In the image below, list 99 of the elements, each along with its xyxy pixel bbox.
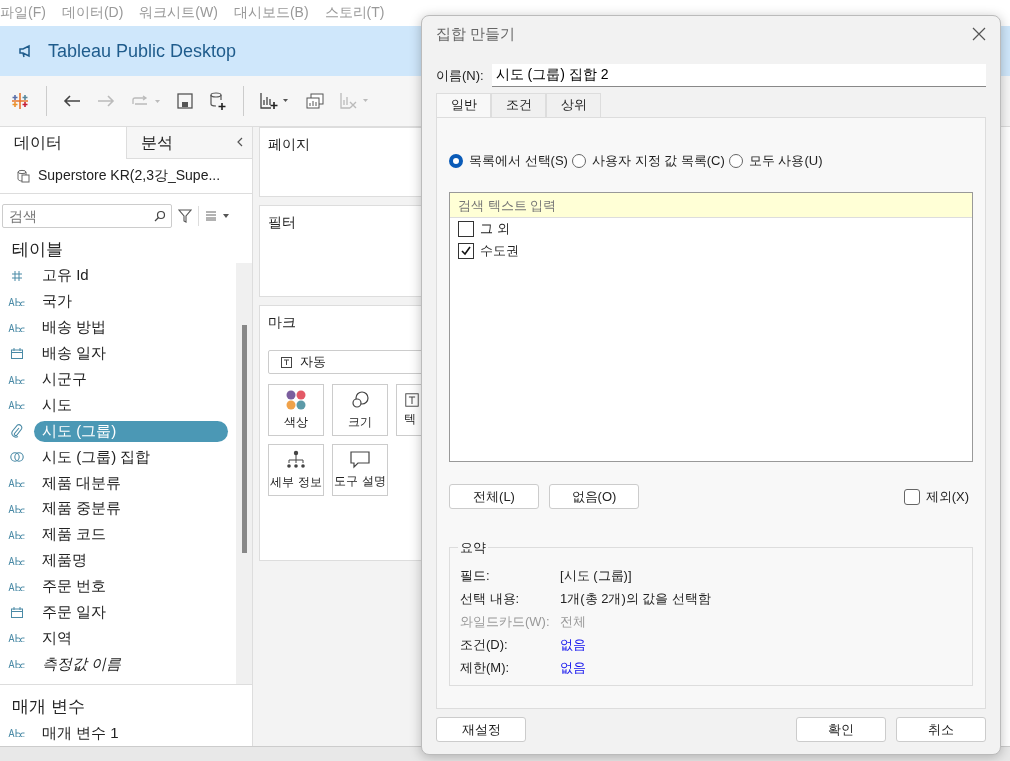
speech-bubble-icon — [350, 450, 370, 469]
close-icon[interactable] — [972, 27, 986, 41]
field-item[interactable]: 고유 Id — [34, 265, 97, 287]
field-item[interactable]: 제품 코드 — [34, 524, 115, 546]
checkbox[interactable] — [458, 243, 474, 259]
string-type-icon — [8, 401, 26, 410]
name-field[interactable]: 시도 (그룹) 집합 2 — [491, 64, 986, 87]
field-item[interactable]: 측정값 이름 — [34, 653, 130, 675]
cancel-button[interactable]: 취소 — [896, 717, 986, 742]
checkbox[interactable] — [903, 488, 920, 505]
datasource-name[interactable]: Superstore KR(2,3강_Supe... — [38, 167, 221, 185]
new-worksheet-icon[interactable] — [260, 92, 290, 110]
search-icon — [154, 210, 166, 222]
dialog-title: 집합 만들기 — [436, 24, 516, 44]
checkbox-label: 제외(X) — [925, 487, 969, 506]
mark-card[interactable]: 크기 — [332, 384, 388, 436]
summary-label: 선택 내용: — [460, 589, 521, 608]
checkbox[interactable] — [458, 221, 474, 237]
collapse-icon[interactable] — [236, 137, 244, 147]
field-item[interactable]: 배송 방법 — [34, 317, 115, 339]
search-field[interactable]: 검색 — [2, 204, 172, 228]
string-type-icon — [8, 297, 26, 306]
hierarchy-icon — [286, 449, 306, 470]
datasource-icon — [16, 169, 30, 183]
radio-option[interactable]: 목록에서 선택(S) — [449, 152, 568, 170]
radio-button[interactable] — [449, 154, 463, 168]
string-type-icon — [8, 660, 26, 669]
string-type-icon — [8, 556, 26, 565]
field-item[interactable]: 주문 번호 — [34, 576, 115, 598]
logo-icon[interactable] — [10, 91, 30, 111]
summary-label: 제한(M): — [460, 658, 511, 677]
summary-value: [시도 (그룹)] — [560, 566, 632, 585]
mark-card[interactable]: 색상 — [268, 384, 324, 436]
duplicate-sheet-icon[interactable] — [306, 93, 324, 109]
banner-title: Tableau Public Desktop — [48, 40, 237, 62]
mark-card[interactable]: 도구 설명 — [332, 444, 388, 496]
summary-label: 조건(D): — [460, 635, 509, 654]
text-icon — [405, 392, 419, 407]
string-type-icon — [8, 530, 26, 539]
summary-link[interactable]: 없음 — [560, 635, 586, 654]
field-item[interactable]: 시군구 — [34, 369, 95, 390]
reset-button[interactable]: 재설정 — [436, 717, 526, 742]
string-type-icon — [8, 634, 26, 643]
field-item[interactable]: 시도 (그룹) 집합 — [34, 446, 159, 468]
panel-tab[interactable]: 분석 — [125, 127, 252, 159]
circles-icon — [350, 389, 370, 410]
field-item[interactable]: 배송 일자 — [34, 343, 115, 365]
shelf-title: 필터 — [268, 214, 296, 230]
list-item-label: 그 외 — [480, 220, 510, 238]
summary-value: 1개(총 2개)의 값을 선택함 — [560, 589, 711, 608]
add-datasource-icon[interactable] — [209, 91, 227, 111]
radio-option[interactable]: 사용자 지정 값 목록(C) — [571, 152, 725, 170]
field-item[interactable]: 지역 — [34, 627, 80, 649]
string-type-icon — [8, 375, 26, 384]
paperclip-icon — [11, 424, 23, 439]
search-text-field[interactable]: 검색 텍스트 입력 — [450, 193, 972, 218]
mark-card[interactable]: 세부 정보 — [268, 444, 324, 496]
field-item[interactable]: 시도 — [34, 394, 80, 416]
parameter-item[interactable]: 매개 변수 1 — [34, 722, 127, 744]
ok-button[interactable]: 확인 — [796, 717, 886, 742]
field-item[interactable]: 제품명 — [34, 550, 95, 572]
name-label: 이름(N): — [436, 66, 484, 85]
shelf-title: 페이지 — [268, 136, 310, 152]
select-none-button[interactable]: 없음(O) — [549, 484, 639, 509]
dialog-tab[interactable]: 일반 — [436, 93, 491, 119]
radio-button[interactable] — [728, 154, 743, 168]
string-type-icon — [8, 479, 26, 488]
text-mark-icon — [281, 356, 292, 368]
list-item-label: 수도권 — [480, 242, 519, 260]
field-item[interactable]: 제품 중분류 — [34, 498, 130, 520]
summary-label: 와일드카드(W): — [460, 612, 551, 631]
group-title: 요약 — [458, 539, 488, 557]
string-type-icon — [8, 323, 26, 332]
radio-button[interactable] — [571, 154, 586, 168]
dialog-tab[interactable]: 상위 — [546, 93, 601, 117]
select-all-button[interactable]: 전체(L) — [449, 484, 539, 509]
calendar-icon — [11, 348, 23, 360]
view-options-icon[interactable] — [205, 211, 231, 221]
filter-icon[interactable] — [178, 209, 192, 223]
back-arrow-icon[interactable] — [63, 94, 81, 108]
field-item[interactable]: 제품 대분류 — [34, 472, 130, 494]
summary-value: 전체 — [560, 612, 586, 631]
set-icon — [10, 451, 24, 464]
shelf-title: 마크 — [268, 314, 297, 332]
save-icon[interactable] — [177, 93, 193, 109]
string-type-icon — [8, 504, 26, 513]
radio-option[interactable]: 모두 사용(U) — [728, 152, 823, 170]
color-dots-icon — [286, 389, 306, 410]
section-heading: 테이블 — [11, 239, 64, 261]
calendar-icon — [11, 607, 23, 618]
dialog-tab[interactable]: 조건 — [491, 93, 546, 117]
summary-link[interactable]: 없음 — [560, 658, 586, 677]
string-type-icon — [8, 582, 26, 591]
section-heading: 매개 변수 — [0, 684, 252, 721]
number-type-icon — [12, 270, 22, 281]
summary-label: 필드: — [460, 566, 491, 585]
field-item[interactable]: 국가 — [34, 291, 80, 313]
field-item[interactable]: 주문 일자 — [34, 602, 115, 623]
string-type-icon — [8, 729, 26, 738]
